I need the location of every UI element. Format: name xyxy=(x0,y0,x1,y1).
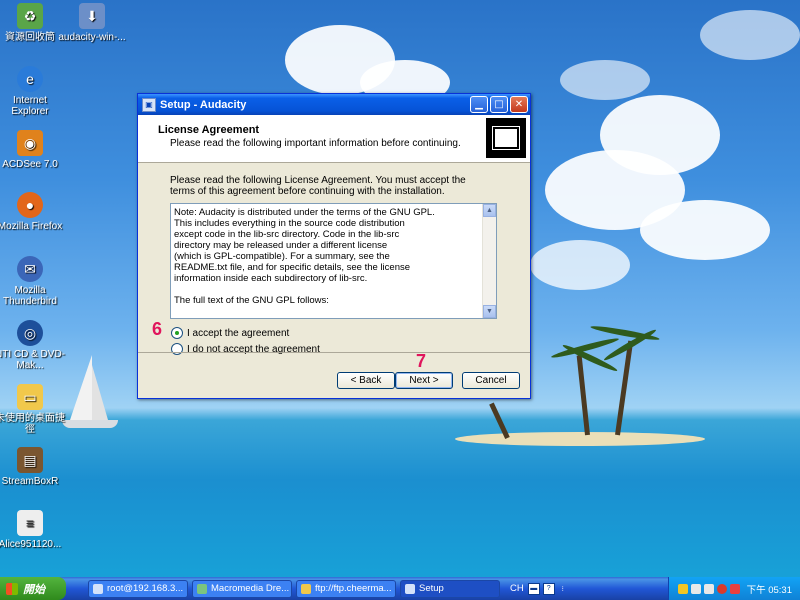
security-shield-icon[interactable] xyxy=(677,583,688,594)
taskbar-item-ftp[interactable]: ftp://ftp.cheerma... xyxy=(296,579,396,598)
boat-hull xyxy=(62,420,118,428)
accept-radio-label: I accept the agreement xyxy=(187,327,290,339)
scroll-down-button[interactable]: ▼ xyxy=(483,305,496,318)
taskbar-item-setup[interactable]: Setup xyxy=(400,579,500,598)
internet-explorer-icon: e xyxy=(17,66,43,92)
accept-radio-option[interactable]: I accept the agreement xyxy=(171,327,289,339)
taskbar: 開始 root@192.168.3... Macromedia Dre... f… xyxy=(0,577,800,600)
accept-radio[interactable] xyxy=(171,327,183,339)
license-line: information inside each subdirectory of … xyxy=(174,273,368,284)
desktop-icon-thunderbird[interactable]: ✉ Mozilla Thunderbird xyxy=(0,256,66,307)
language-bar[interactable]: CH ▬ ? ⁝ xyxy=(510,582,571,595)
keyboard-icon: ▬ xyxy=(527,582,540,595)
desktop-icon-nti-cd[interactable]: ◎ NTI CD & DVD-Mak... xyxy=(0,320,66,371)
cancel-button[interactable]: Cancel xyxy=(462,372,520,389)
license-line: except code in the lib-src directory. Co… xyxy=(174,229,400,240)
streambox-icon: ▤ xyxy=(17,447,43,473)
desktop-icon-firefox[interactable]: ● Mozilla Firefox xyxy=(0,192,66,232)
desktop-icon-audacity-installer[interactable]: ⬇ audacity-win-... xyxy=(56,3,128,43)
scroll-up-button[interactable]: ▲ xyxy=(483,204,496,217)
license-line: directory may be released under a differ… xyxy=(174,240,388,251)
setup-app-icon: ▣ xyxy=(142,97,156,112)
setup-logo-icon xyxy=(486,118,526,158)
desktop-icon-internet-explorer[interactable]: e Internet Explorer xyxy=(0,66,66,117)
wizard-button-bar: 7 < Back Next > Cancel xyxy=(138,351,530,399)
system-tray: 下午 05:31 xyxy=(668,577,800,600)
close-icon: ✕ xyxy=(514,99,524,110)
license-line: GNU GENERAL PUBLIC LICENSE xyxy=(174,317,482,318)
firefox-icon: ● xyxy=(17,192,43,218)
dreamweaver-icon xyxy=(197,583,207,594)
document-icon: ≡ xyxy=(17,510,43,536)
license-text-area[interactable]: Note: Audacity is distributed under the … xyxy=(170,203,497,319)
license-line: Note: Audacity is distributed under the … xyxy=(174,207,435,218)
thunderbird-icon: ✉ xyxy=(17,256,43,282)
help-icon: ? xyxy=(542,582,555,595)
desktop-icon-streamboxr[interactable]: ▤ StreamBoxR xyxy=(0,447,66,487)
scroll-up-icon: ▲ xyxy=(486,207,493,214)
desktop-icon-unused-shortcuts[interactable]: ▭ 未使用的桌面捷徑 xyxy=(0,384,66,435)
desktop-icon-acdsee[interactable]: ◉ ACDSee 7.0 xyxy=(0,130,66,170)
taskbar-item-ssh[interactable]: root@192.168.3... xyxy=(88,579,188,598)
license-line xyxy=(174,284,482,295)
ftp-folder-icon xyxy=(301,583,311,594)
nti-cd-icon: ◎ xyxy=(17,320,43,346)
back-button[interactable]: < Back xyxy=(337,372,395,389)
license-text: Note: Audacity is distributed under the … xyxy=(174,207,482,318)
setup-icon xyxy=(405,583,415,594)
license-line: (which is GPL-compatible). For a summary… xyxy=(174,251,390,262)
wizard-header: License Agreement Please read the follow… xyxy=(138,115,530,163)
next-button[interactable]: Next > xyxy=(395,372,453,389)
desktop-icon-alice-document[interactable]: ≡ Alice951120... xyxy=(0,510,66,550)
clock[interactable]: 下午 05:31 xyxy=(747,582,792,596)
app-tray-icon[interactable] xyxy=(729,583,740,594)
installer-icon: ⬇ xyxy=(79,3,105,29)
license-intro-text: Please read the following License Agreem… xyxy=(170,175,466,197)
start-button[interactable]: 開始 xyxy=(0,577,66,600)
maximize-button[interactable]: □ xyxy=(490,96,508,113)
recycle-bin-icon: ♻ xyxy=(17,3,43,29)
antivirus-icon[interactable] xyxy=(716,583,727,594)
network-icon[interactable] xyxy=(703,583,714,594)
page-title: License Agreement xyxy=(158,124,260,136)
windows-logo-icon xyxy=(6,582,18,595)
island-sand xyxy=(455,432,705,446)
wizard-body: Please read the following License Agreem… xyxy=(138,163,530,383)
page-subtitle: Please read the following important info… xyxy=(170,138,461,149)
scroll-down-icon: ▼ xyxy=(486,308,493,315)
close-button[interactable]: ✕ xyxy=(510,96,528,113)
folder-icon: ▭ xyxy=(17,384,43,410)
taskbar-item-dreamweaver[interactable]: Macromedia Dre... xyxy=(192,579,292,598)
license-line: The full text of the GNU GPL follows: xyxy=(174,295,329,306)
options-icon: ⁝ xyxy=(561,585,564,593)
minimize-icon: ▁ xyxy=(475,99,483,110)
maximize-icon: □ xyxy=(494,99,504,110)
minimize-button[interactable]: ▁ xyxy=(470,96,488,113)
license-scrollbar[interactable]: ▲ ▼ xyxy=(482,204,496,318)
window-titlebar[interactable]: ▣ Setup - Audacity ▁ □ ✕ xyxy=(138,94,530,115)
license-line: This includes everything in the source c… xyxy=(174,218,405,229)
step-6-annotation: 6 xyxy=(152,319,163,339)
terminal-icon xyxy=(93,583,103,594)
speaker-icon[interactable] xyxy=(690,583,701,594)
setup-window: ▣ Setup - Audacity ▁ □ ✕ License Agreeme… xyxy=(137,93,531,399)
license-line: README.txt file, and for specific detail… xyxy=(174,262,411,273)
window-title: Setup - Audacity xyxy=(160,98,247,111)
acdsee-icon: ◉ xyxy=(17,130,43,156)
language-indicator: CH xyxy=(510,583,524,594)
step-7-annotation: 7 xyxy=(416,351,427,371)
radio-selected-dot xyxy=(175,331,179,335)
license-line xyxy=(174,306,482,317)
